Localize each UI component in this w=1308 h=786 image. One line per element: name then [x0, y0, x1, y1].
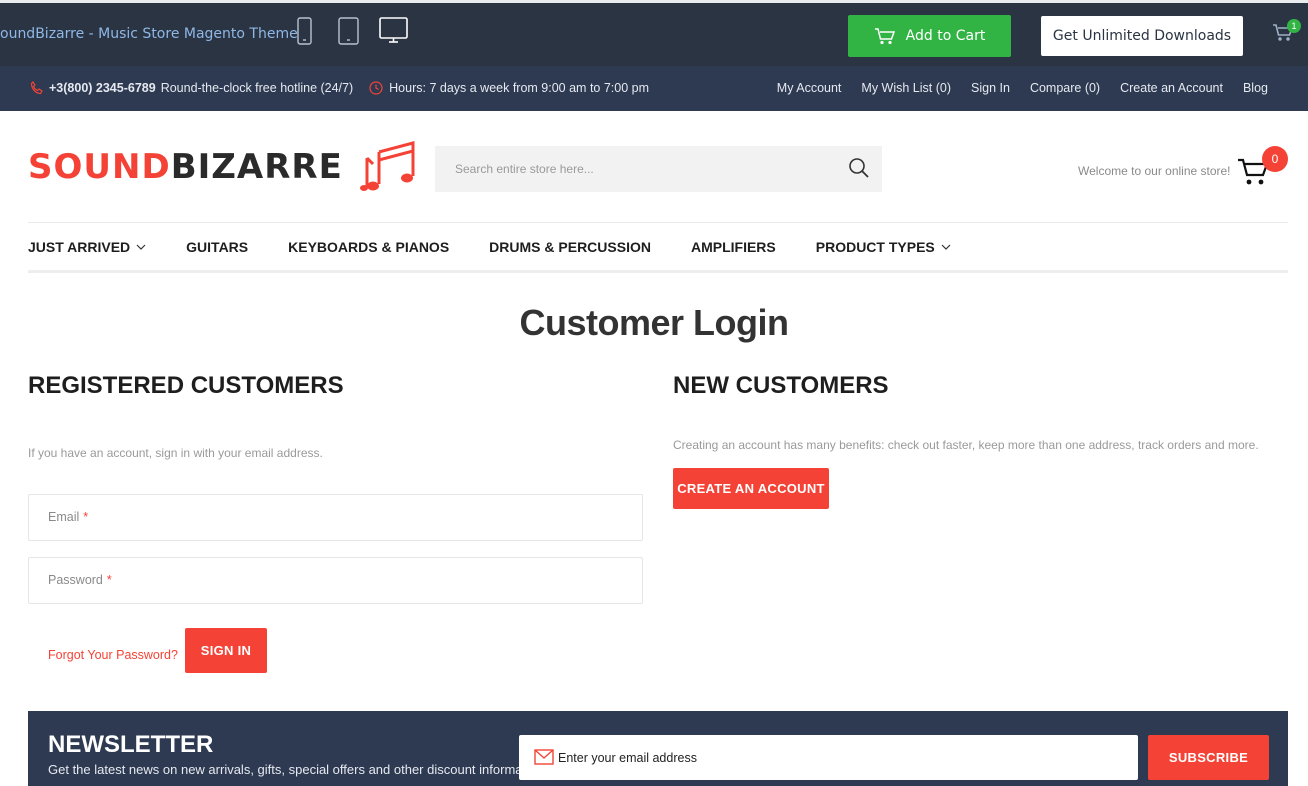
hotline-text: Round-the-clock free hotline (24/7) — [160, 81, 354, 95]
minicart-count-badge: 0 — [1262, 146, 1288, 172]
nav-item-just-arrived[interactable]: JUST ARRIVED — [28, 239, 146, 255]
new-customers-note: Creating an account has many benefits: c… — [673, 438, 1259, 452]
new-customers-title: NEW CUSTOMERS — [673, 372, 889, 399]
nav-item-label: KEYBOARDS & PIANOS — [288, 238, 450, 255]
music-notes-icon — [359, 141, 415, 191]
desktop-device-icon[interactable] — [379, 17, 408, 50]
account-links: My Account My Wish List (0) Sign In Comp… — [777, 81, 1268, 95]
email-label: Email * — [48, 510, 89, 524]
chevron-down-icon — [136, 244, 146, 250]
store-hours: Hours: 7 days a week from 9:00 am to 7:0… — [389, 81, 650, 95]
link-compare[interactable]: Compare (0) — [1030, 81, 1100, 95]
forgot-password-link[interactable]: Forgot Your Password? — [48, 648, 178, 662]
registered-customers-title: REGISTERED CUSTOMERS — [28, 372, 344, 399]
newsletter-description: Get the latest news on new arrivals, gif… — [48, 762, 548, 777]
cart-icon — [874, 28, 895, 45]
phone-icon — [30, 81, 43, 95]
welcome-message: Welcome to our online store! — [1078, 164, 1231, 178]
add-to-cart-button[interactable]: Add to Cart — [848, 15, 1011, 57]
password-field[interactable]: Password * — [28, 557, 643, 604]
logo-text-sound: SOUND — [28, 147, 171, 187]
demo-bar: oundBizarre - Music Store Magento Theme … — [0, 0, 1308, 66]
search-input[interactable] — [435, 146, 835, 192]
add-to-cart-label: Add to Cart — [905, 28, 986, 44]
subscribe-button[interactable]: SUBSCRIBE — [1148, 735, 1269, 780]
newsletter-input-wrap — [519, 735, 1138, 780]
link-wish-list[interactable]: My Wish List (0) — [861, 81, 951, 95]
registered-customers-note: If you have an account, sign in with you… — [28, 446, 323, 460]
envelope-icon — [534, 749, 554, 765]
demo-cart-badge: 1 — [1287, 19, 1301, 33]
sign-in-button[interactable]: SIGN IN — [185, 628, 267, 673]
phone-number[interactable]: +3(800) 2345-6789 — [49, 81, 156, 95]
contact-info: +3(800) 2345-6789 Round-the-clock free h… — [30, 81, 649, 95]
mobile-device-icon[interactable] — [297, 17, 312, 50]
email-field[interactable]: Email * — [28, 494, 643, 541]
chevron-down-icon — [941, 244, 951, 250]
nav-item-guitars[interactable]: GUITARS — [186, 239, 248, 255]
link-sign-in[interactable]: Sign In — [971, 81, 1010, 95]
nav-item-label: AMPLIFIERS — [690, 238, 776, 255]
nav-item-drums-percussion[interactable]: DRUMS & PERCUSSION — [489, 239, 651, 255]
demo-title[interactable]: oundBizarre - Music Store Magento Theme — [0, 26, 298, 42]
site-logo[interactable]: SOUND BIZARRE — [28, 138, 417, 196]
nav-item-label: JUST ARRIVED — [28, 238, 131, 255]
nav-item-label: GUITARS — [186, 238, 249, 255]
page-title: Customer Login — [519, 302, 790, 343]
info-bar: +3(800) 2345-6789 Round-the-clock free h… — [0, 66, 1308, 111]
unlimited-downloads-button[interactable]: Get Unlimited Downloads — [1041, 16, 1243, 56]
nav-item-label: PRODUCT TYPES — [815, 238, 935, 255]
main-navigation: JUST ARRIVED GUITARS KEYBOARDS & PIANOS … — [28, 223, 1288, 273]
newsletter-email-input[interactable] — [558, 735, 1128, 780]
search-box — [435, 146, 882, 192]
link-my-account[interactable]: My Account — [777, 81, 842, 95]
nav-item-amplifiers[interactable]: AMPLIFIERS — [691, 239, 776, 255]
newsletter-title: NEWSLETTER — [48, 731, 214, 758]
nav-item-product-types[interactable]: PRODUCT TYPES — [816, 239, 951, 255]
logo-text-bizarre: BIZARRE — [170, 147, 343, 187]
search-button[interactable] — [838, 148, 880, 188]
newsletter-section: NEWSLETTER Get the latest news on new ar… — [28, 711, 1288, 786]
link-create-account[interactable]: Create an Account — [1120, 81, 1223, 95]
create-account-button[interactable]: CREATE AN ACCOUNT — [673, 468, 829, 509]
password-label: Password * — [48, 573, 112, 587]
clock-icon — [369, 81, 383, 95]
nav-item-keyboards-pianos[interactable]: KEYBOARDS & PIANOS — [288, 239, 449, 255]
tablet-device-icon[interactable] — [338, 17, 359, 50]
search-icon — [849, 158, 869, 178]
nav-item-label: DRUMS & PERCUSSION — [489, 238, 651, 255]
link-blog[interactable]: Blog — [1243, 81, 1268, 95]
